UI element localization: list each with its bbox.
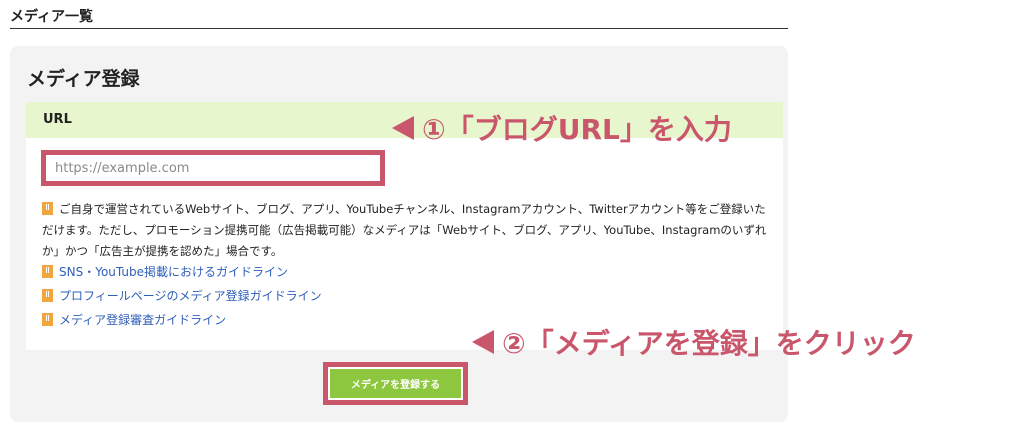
step2-text: ②「メディアを登録」をクリック <box>502 327 916 360</box>
url-section-label: URL <box>43 112 72 127</box>
warning-icon <box>42 289 53 302</box>
media-review-guideline-link[interactable]: メディア登録審査ガイドライン <box>59 313 226 327</box>
left-arrow-icon <box>392 116 414 140</box>
register-media-button[interactable]: メディアを登録する <box>330 369 461 398</box>
step1-text: ①「ブログURL」を入力 <box>422 113 732 146</box>
warning-icon <box>42 202 53 215</box>
url-input[interactable] <box>41 150 385 186</box>
step1-annotation: ①「ブログURL」を入力 <box>392 108 732 148</box>
warning-icon <box>42 265 53 278</box>
registration-note: ご自身で運営されているWebサイト、ブログ、アプリ、YouTubeチャンネル、I… <box>42 199 772 262</box>
sns-youtube-guideline-link[interactable]: SNS・YouTube掲載におけるガイドライン <box>59 265 288 279</box>
submit-button-highlight: メディアを登録する <box>323 362 468 405</box>
warning-icon <box>42 313 53 326</box>
card-title: メディア登録 <box>27 68 140 90</box>
note-text: ご自身で運営されているWebサイト、ブログ、アプリ、YouTubeチャンネル、I… <box>42 202 767 258</box>
guideline-link-row: SNS・YouTube掲載におけるガイドライン <box>42 260 322 284</box>
profile-page-guideline-link[interactable]: プロフィールページのメディア登録ガイドライン <box>59 289 322 303</box>
step2-annotation: ②「メディアを登録」をクリック <box>472 322 916 362</box>
left-arrow-icon <box>472 330 494 354</box>
guideline-link-row: プロフィールページのメディア登録ガイドライン <box>42 284 322 308</box>
guideline-link-row: メディア登録審査ガイドライン <box>42 308 322 332</box>
guideline-links: SNS・YouTube掲載におけるガイドライン プロフィールページのメディア登録… <box>42 260 322 332</box>
media-registration-card: メディア登録 URL ご自身で運営されているWebサイト、ブログ、アプリ、You… <box>10 46 788 422</box>
page-heading: メディア一覧 <box>10 7 788 29</box>
